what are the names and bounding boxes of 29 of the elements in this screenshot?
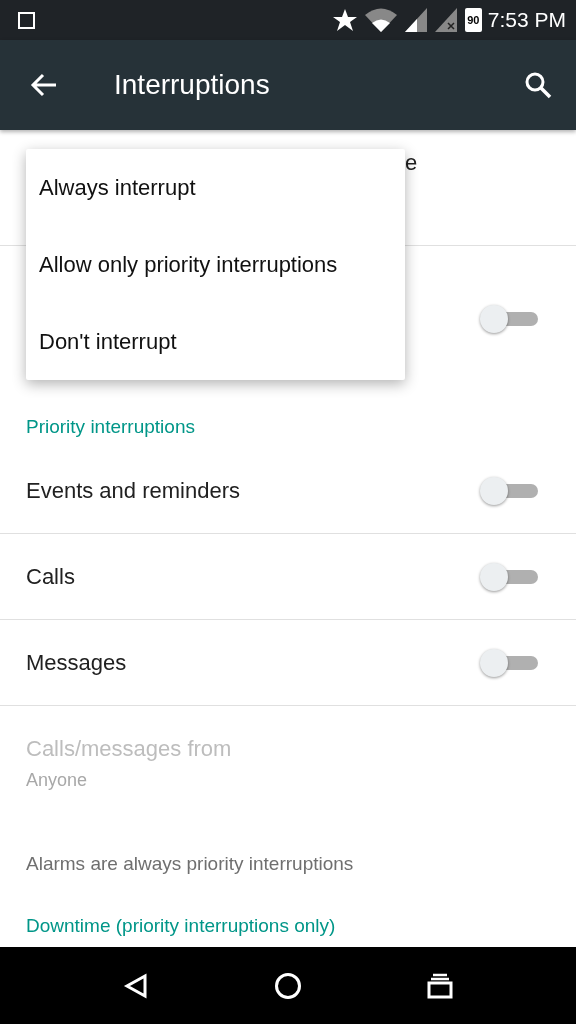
recent-apps-icon[interactable] <box>427 972 454 999</box>
signal-no-service-icon <box>434 8 457 32</box>
toggle-switch[interactable] <box>480 647 538 678</box>
signal-icon <box>404 8 427 32</box>
back-icon[interactable] <box>122 972 149 999</box>
info-note: Alarms are always priority interruptions <box>26 853 354 874</box>
setting-label: Calls <box>26 563 76 590</box>
star-icon <box>332 8 357 32</box>
menu-item[interactable]: Don't interrupt <box>26 303 405 380</box>
setting-label: Events and reminders <box>26 477 241 504</box>
menu-item[interactable]: Allow only priority interruptions <box>26 226 405 303</box>
wifi-icon <box>364 8 397 32</box>
menu-item[interactable]: Always interrupt <box>26 149 405 226</box>
clock-time: 7:53 PM <box>487 8 566 32</box>
screen-title: Interruptions <box>114 69 271 101</box>
setting-label: Messages <box>26 649 128 676</box>
home-icon[interactable] <box>274 971 302 1000</box>
setting-title: Calls/messages from <box>26 736 233 762</box>
battery-icon: 90 <box>464 8 482 32</box>
toggle-switch[interactable] <box>480 475 538 506</box>
section-header: Downtime (priority interruptions only) <box>26 915 336 936</box>
setting-value: Anyone <box>26 770 89 791</box>
search-icon[interactable] <box>524 71 552 99</box>
toggle-switch[interactable] <box>480 561 538 592</box>
setting-title: e <box>405 150 418 175</box>
notification-square-icon <box>18 11 35 29</box>
section-header: Priority interruptions <box>26 416 195 437</box>
back-arrow-icon[interactable] <box>30 73 58 97</box>
toggle-switch[interactable] <box>480 304 538 334</box>
